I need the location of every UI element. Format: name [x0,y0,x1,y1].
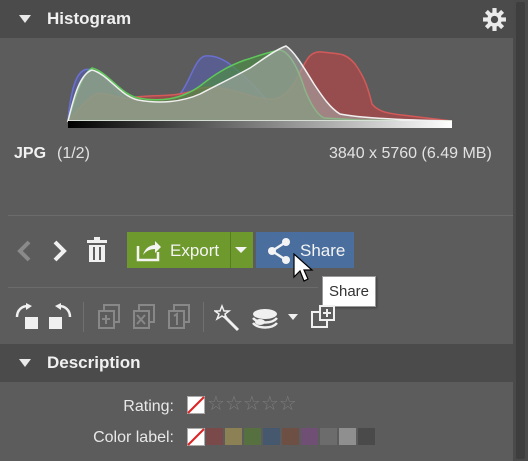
rotate-left-icon[interactable] [13,303,41,331]
star-icon[interactable]: ☆ [243,394,261,414]
divider [203,302,204,332]
layers-icon[interactable] [250,306,280,330]
rating-stars[interactable]: ☆ ☆ ☆ ☆ ☆ [207,394,297,414]
magic-wand-icon[interactable] [214,304,242,332]
color-none-icon[interactable] [187,428,205,446]
star-icon[interactable]: ☆ [261,394,279,414]
color-swatch[interactable] [225,428,242,445]
color-swatch[interactable] [282,428,299,445]
rating-label: Rating: [123,398,174,415]
duplicate-icon[interactable] [167,304,191,330]
collapse-caret-icon[interactable] [19,15,31,23]
color-swatch[interactable] [244,428,261,445]
rating-none-icon[interactable] [187,396,205,414]
file-dimensions: 3840 x 5760 (6.49 MB) [329,145,492,162]
color-swatches [206,428,375,445]
color-swatch[interactable] [358,428,375,445]
divider [8,215,513,216]
export-icon [136,241,161,262]
layers-dropdown-arrow-icon[interactable] [287,313,299,321]
file-type: JPG [14,145,47,162]
export-split-divider [230,232,231,268]
description-title: Description [47,353,141,372]
share-icon [268,238,290,264]
histogram-header[interactable]: Histogram [0,0,513,38]
gear-icon[interactable] [482,7,507,32]
divider [83,302,84,332]
color-swatch[interactable] [339,428,356,445]
mouse-cursor-icon [293,253,314,282]
star-icon[interactable]: ☆ [207,394,225,414]
color-swatch[interactable] [320,428,337,445]
export-label: Export [170,241,220,260]
scrollbar-thumb[interactable] [516,2,525,459]
dropdown-arrow-icon[interactable] [234,246,248,254]
divider [8,287,318,288]
color-swatch[interactable] [206,428,223,445]
collapse-caret-icon[interactable] [19,359,31,367]
color-label-label: Color label: [93,429,174,446]
color-swatch[interactable] [301,428,318,445]
share-tooltip: Share [322,276,376,307]
chevron-left-icon[interactable] [15,239,33,263]
trash-icon[interactable] [86,237,108,263]
star-icon[interactable]: ☆ [225,394,243,414]
histogram-title: Histogram [47,9,132,28]
description-header[interactable]: Description [0,344,513,382]
copy-icon[interactable] [97,304,121,330]
remove-copy-icon[interactable] [132,304,156,330]
file-count: (1/2) [57,145,90,162]
rotate-right-icon[interactable] [46,303,74,331]
add-to-album-icon[interactable] [310,304,336,330]
star-icon[interactable]: ☆ [279,394,297,414]
luminance-gradient-bar [68,121,452,128]
histogram-graph [66,45,453,128]
color-swatch[interactable] [263,428,280,445]
chevron-right-icon[interactable] [51,239,69,263]
